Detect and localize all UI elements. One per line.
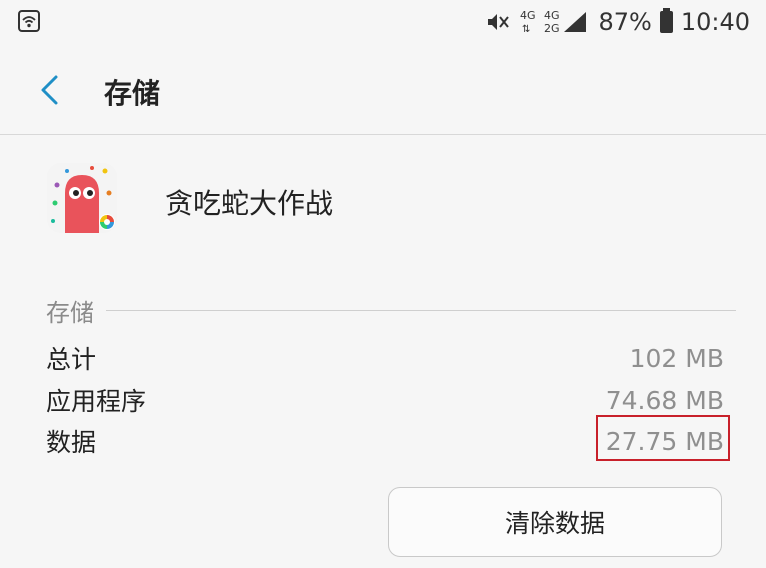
highlight-annotation-box <box>596 415 730 461</box>
storage-row-total: 总计 102 MB <box>46 340 724 376</box>
snake-game-icon <box>47 163 117 233</box>
row-value: 102 MB <box>629 343 724 373</box>
battery-icon <box>659 8 673 33</box>
wifi-icon <box>18 10 40 32</box>
clock: 10:40 <box>680 8 750 36</box>
status-indicators: 4G ⇅ 4G 2G 87% 10:40 <box>486 6 750 38</box>
back-arrow-icon[interactable] <box>38 74 62 106</box>
row-label: 应用程序 <box>46 387 147 416</box>
status-bar: 4G ⇅ 4G 2G 87% 10:40 <box>0 0 766 44</box>
section-title: 存储 <box>46 298 94 327</box>
page-title: 存储 <box>104 77 161 110</box>
app-bar: 存储 <box>0 44 766 135</box>
network-type-2: 4G <box>544 9 560 22</box>
clear-data-button[interactable]: 清除数据 <box>388 487 722 557</box>
storage-section-header: 存储 <box>46 294 736 327</box>
network-type-3: 2G <box>544 22 560 35</box>
svg-text:⇅: ⇅ <box>522 24 530 35</box>
row-label: 总计 <box>46 345 97 374</box>
row-label: 数据 <box>46 428 97 457</box>
section-divider <box>106 309 736 311</box>
signal-network-icon: 4G ⇅ 4G 2G <box>520 9 587 35</box>
app-name: 贪吃蛇大作战 <box>165 187 334 220</box>
storage-row-application: 应用程序 74.68 MB <box>46 382 724 418</box>
network-type-1: 4G <box>520 9 536 22</box>
battery-percent: 87% <box>598 8 652 36</box>
app-icon <box>47 163 117 233</box>
mute-vibrate-icon <box>488 14 510 30</box>
row-value: 74.68 MB <box>605 385 724 415</box>
